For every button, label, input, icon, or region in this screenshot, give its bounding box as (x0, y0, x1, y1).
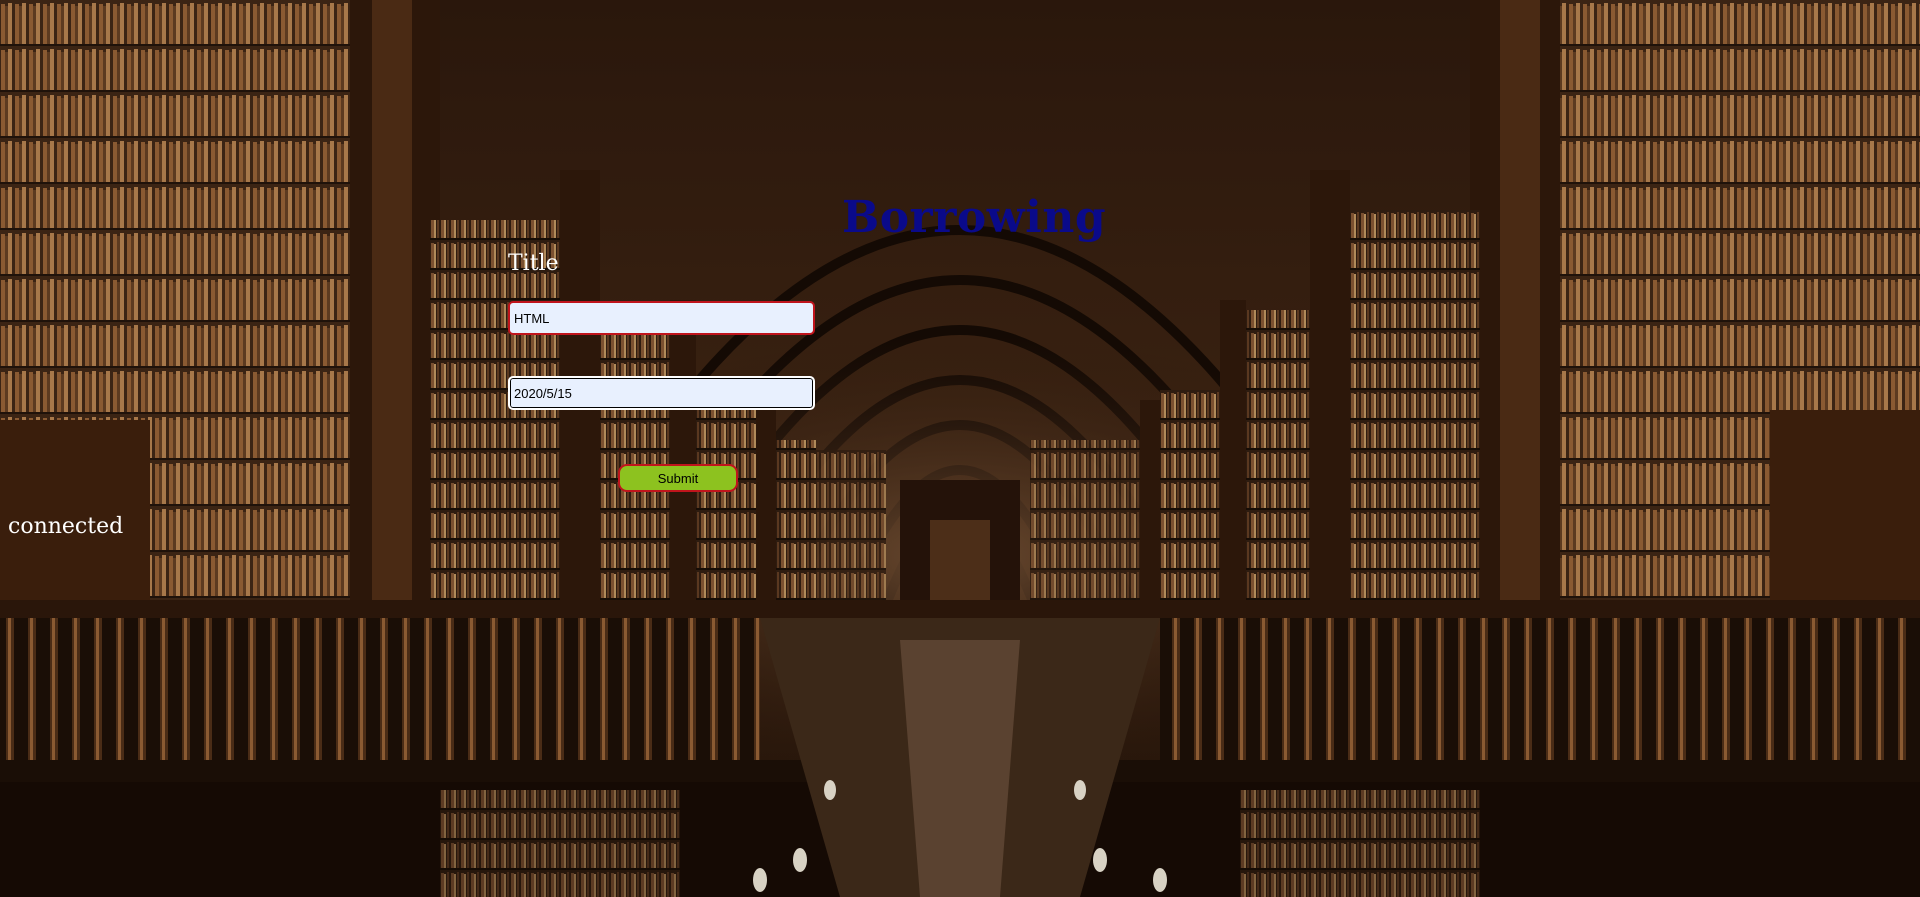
submit-button[interactable]: Submit (618, 464, 738, 492)
date-input[interactable] (508, 376, 815, 410)
connection-status: connected (8, 514, 124, 539)
title-input[interactable] (508, 301, 815, 335)
page-title: Borrowing (842, 192, 1107, 243)
title-label: Title (508, 251, 559, 276)
library-background-image (0, 0, 1920, 897)
